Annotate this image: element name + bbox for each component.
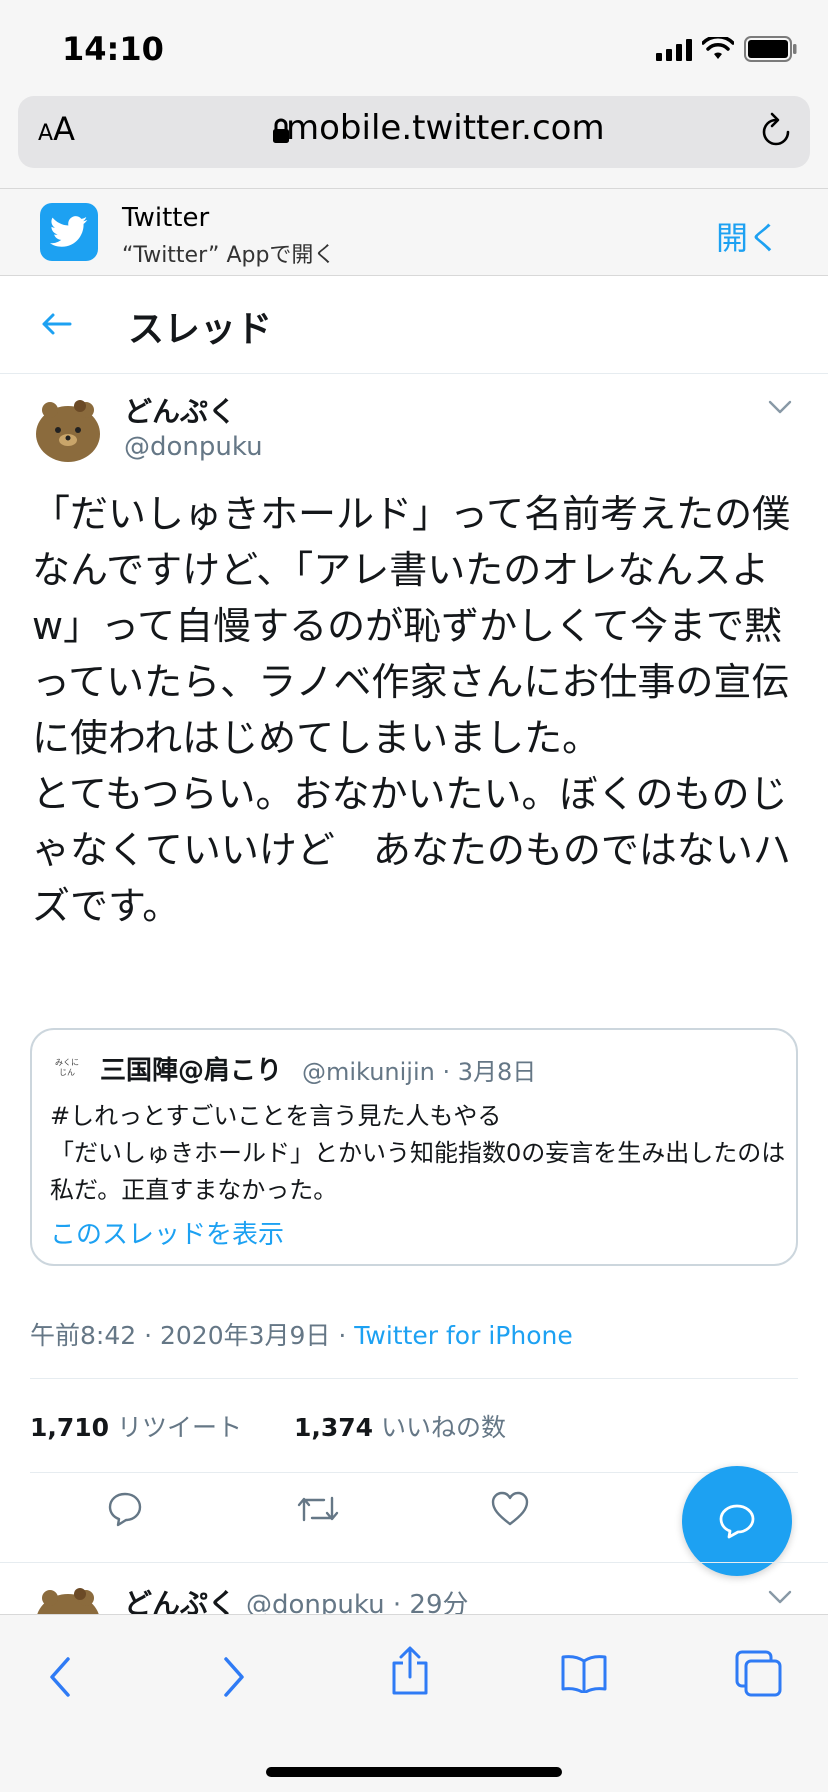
reply-bubble-icon [719, 1504, 755, 1539]
smart-app-banner: Twitter “Twitter” Appで開く 開く [0, 188, 828, 276]
app-name: Twitter [122, 203, 210, 233]
next-avatar[interactable] [32, 1580, 104, 1616]
wifi-icon [702, 37, 734, 59]
retweet-icon[interactable] [296, 1490, 340, 1528]
share-icon[interactable] [388, 1645, 432, 1697]
like-count[interactable]: 1,374 [294, 1413, 373, 1442]
display-name[interactable]: どんぷく [124, 390, 236, 430]
compose-reply-button[interactable] [682, 1466, 792, 1576]
tweet-timestamp: 午前8:42 · 2020年3月9日 · Twitter for iPhone [30, 1316, 573, 1352]
divider [30, 1472, 798, 1473]
source-link[interactable]: Twitter for iPhone [354, 1321, 572, 1350]
tweet-text: 「だいしゅきホールド」って名前考えたの僕なんですけど、「アレ書いたのオレなんスよ… [32, 492, 791, 928]
back-arrow-icon[interactable] [38, 306, 74, 342]
chevron-down-icon[interactable] [768, 1590, 792, 1604]
timestamp-text: 午前8:42 · 2020年3月9日 · [30, 1321, 355, 1350]
tweet-stats: 1,710 リツイート 1,374 いいねの数 [30, 1408, 506, 1444]
status-time: 14:10 [62, 30, 164, 68]
forward-icon[interactable] [220, 1655, 248, 1699]
show-thread-link[interactable]: このスレッドを表示 [50, 1214, 284, 1251]
bookmarks-icon[interactable] [560, 1653, 608, 1693]
browser-bottom-toolbar [0, 1614, 828, 1792]
divider [30, 1378, 798, 1379]
like-heart-icon[interactable] [490, 1490, 530, 1528]
url-text: mobile.twitter.com [286, 108, 605, 148]
retweet-count[interactable]: 1,710 [30, 1413, 109, 1442]
retweet-label[interactable]: リツイート [117, 1413, 242, 1442]
chevron-down-icon[interactable] [768, 400, 792, 414]
like-label[interactable]: いいねの数 [381, 1413, 506, 1442]
home-indicator [266, 1767, 562, 1777]
quote-avatar: みくに じん [52, 1054, 82, 1084]
user-handle[interactable]: @donpuku [124, 432, 263, 462]
browser-toolbar: AA mobile.twitter.com [0, 96, 828, 188]
back-icon[interactable] [46, 1655, 74, 1699]
page-title: スレッド [128, 309, 273, 350]
cellular-signal-icon [656, 37, 692, 61]
quote-display-name: 三国陣@肩こり [100, 1056, 283, 1086]
text-size-button[interactable]: AA [38, 110, 75, 148]
avatar[interactable] [32, 392, 104, 464]
quoted-tweet[interactable]: みくに じん 三国陣@肩こり @mikunijin · 3月8日 #しれっとすご… [30, 1028, 798, 1266]
quote-text: #しれっとすごいことを言う見た人もやる 「だいしゅきホールド」とかいう知能指数0… [50, 1102, 786, 1204]
reply-icon[interactable] [106, 1490, 144, 1528]
status-icons [656, 36, 798, 62]
quote-meta: @mikunijin · 3月8日 [302, 1058, 537, 1086]
reload-icon[interactable] [758, 112, 794, 150]
battery-icon [744, 36, 797, 62]
app-subtitle: “Twitter” Appで開く [122, 243, 336, 268]
address-bar[interactable]: AA mobile.twitter.com [18, 96, 810, 168]
twitter-logo-icon [40, 203, 98, 261]
divider [0, 1562, 828, 1563]
status-bar: 14:10 [0, 0, 828, 96]
thread-header: スレッド [0, 276, 828, 374]
open-app-button[interactable]: 開く [716, 213, 780, 259]
tabs-icon[interactable] [734, 1649, 784, 1697]
